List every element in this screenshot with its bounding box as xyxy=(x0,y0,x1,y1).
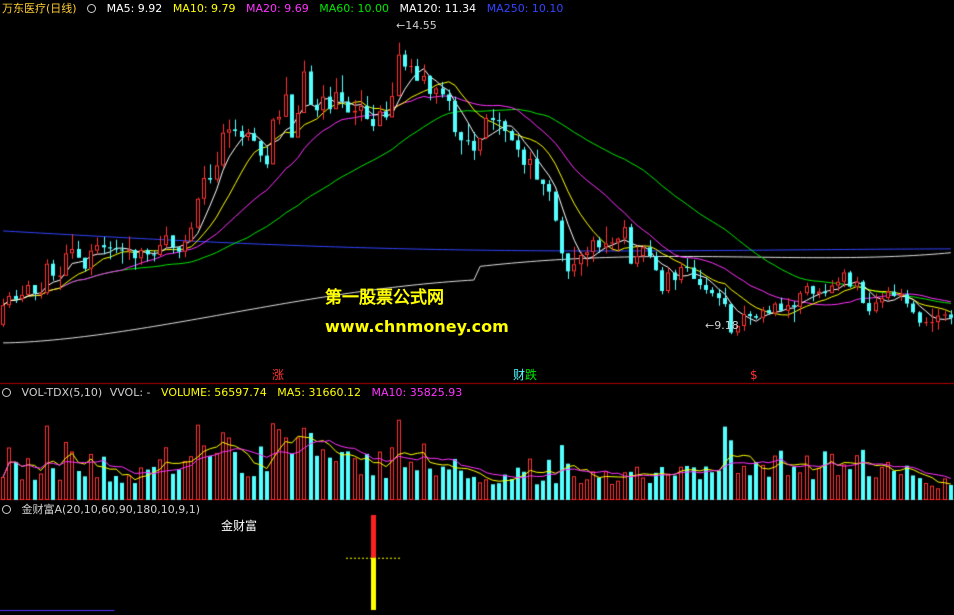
vol-ma5-label: MA5: 31660.12 xyxy=(277,386,361,399)
ma5-label: MA5: 9.92 xyxy=(106,2,163,15)
event-dollar-text: $ xyxy=(750,368,758,382)
price-panel-header: 万东医疗(日线) MA5: 9.92 MA10: 9.79 MA20: 9.69… xyxy=(2,2,570,16)
ma20-label: MA20: 9.69 xyxy=(246,2,309,15)
ma60-label: MA60: 10.00 xyxy=(319,2,389,15)
vvol-label: VVOL: - xyxy=(109,386,151,399)
event-marker-rise[interactable]: 涨 xyxy=(272,368,284,382)
watermark-url: www.chnmoney.com xyxy=(325,317,509,336)
low-price-label: 9.18 xyxy=(714,319,739,332)
vol-indicator-name[interactable]: VOL-TDX(5,10) xyxy=(22,386,103,399)
volume-settings-icon[interactable] xyxy=(2,388,11,397)
ma250-label: MA250: 10.10 xyxy=(486,2,564,15)
vol-ma10-label: MA10: 35825.93 xyxy=(371,386,463,399)
event-marker-dollar[interactable]: $ xyxy=(750,368,758,382)
signal-indicator-name[interactable]: 金财富A(20,10,60,90,180,10,9,1) xyxy=(22,503,201,516)
signal-settings-icon[interactable] xyxy=(2,505,11,514)
high-price-annotation: ←14.55 xyxy=(396,19,437,32)
signal-panel-header: 金财富A(20,10,60,90,180,10,9,1) xyxy=(2,503,207,517)
signal-label: 金财富 xyxy=(221,519,258,533)
kline-chart-canvas[interactable] xyxy=(0,0,954,615)
low-price-annotation: ←9.18 xyxy=(705,319,739,332)
watermark-title: 第一股票公式网 xyxy=(325,288,444,308)
event-marker-finance[interactable]: 财跌 xyxy=(513,368,537,382)
ma10-label: MA10: 9.79 xyxy=(172,2,236,15)
event-rise-text: 涨 xyxy=(272,368,285,382)
ma120-label: MA120: 11.34 xyxy=(399,2,477,15)
event-fall-text: 跌 xyxy=(525,368,538,382)
stock-title[interactable]: 万东医疗(日线) xyxy=(2,2,77,15)
volume-value-label: VOLUME: 56597.74 xyxy=(161,386,267,399)
settings-circle-icon[interactable] xyxy=(87,4,97,13)
event-finance-text: 财 xyxy=(513,368,526,382)
high-price-label: 14.55 xyxy=(405,19,437,32)
volume-panel-header: VOL-TDX(5,10) VVOL: - VOLUME: 56597.74 M… xyxy=(2,386,469,400)
